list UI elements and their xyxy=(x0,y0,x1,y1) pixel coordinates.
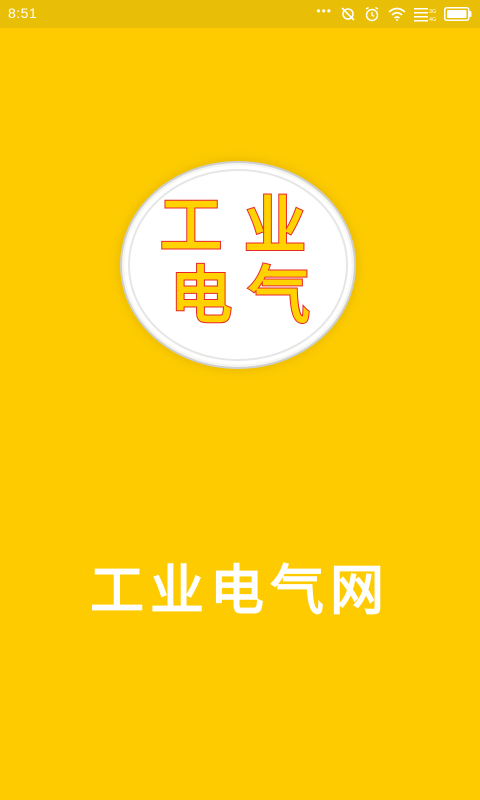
alarm-icon xyxy=(364,6,380,22)
battery-icon xyxy=(444,7,472,21)
status-icons: ••• 3G 4G xyxy=(316,4,472,24)
status-time: 8:51 xyxy=(8,5,38,21)
app-logo: 工 业 电 气 xyxy=(124,165,352,365)
logo-character: 工 xyxy=(159,189,223,262)
app-name-title: 工业电气网 xyxy=(90,558,390,622)
logo-character: 电 xyxy=(169,259,233,332)
wifi-icon xyxy=(388,7,406,21)
network-label-3g: 3G xyxy=(429,9,436,15)
logo-character: 业 xyxy=(243,189,307,262)
data-sync-icon xyxy=(340,6,356,22)
status-bar: 8:51 ••• 3G 4G xyxy=(0,0,480,28)
more-dots-icon: ••• xyxy=(316,4,332,18)
logo-character: 气 xyxy=(247,259,311,332)
network-label-4g: 4G xyxy=(429,17,436,22)
signal-icon: 3G 4G xyxy=(414,6,436,22)
